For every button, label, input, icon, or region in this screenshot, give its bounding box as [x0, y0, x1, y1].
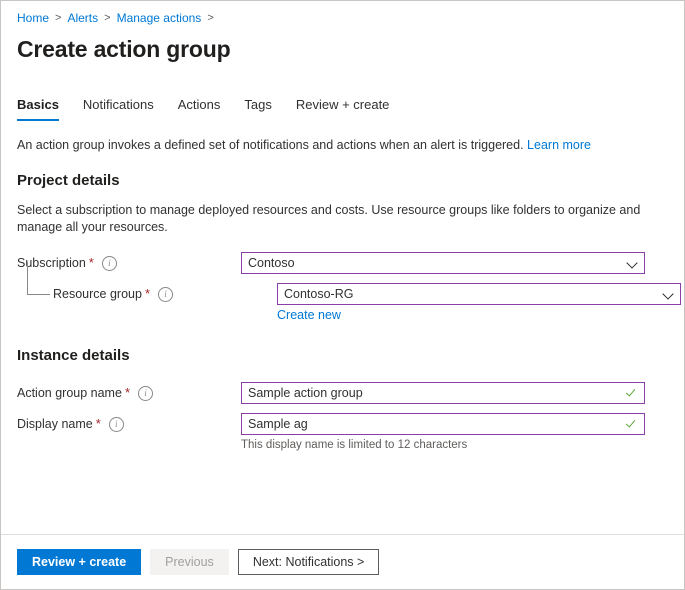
tab-tags[interactable]: Tags — [244, 96, 271, 121]
create-action-group-page: Home > Alerts > Manage actions > Create … — [0, 0, 685, 590]
breadcrumb-separator-icon: > — [104, 10, 110, 26]
subscription-label: Subscription — [17, 255, 86, 272]
action-group-name-label: Action group name — [17, 385, 122, 402]
breadcrumb-item-manage-actions[interactable]: Manage actions — [117, 10, 202, 26]
display-name-label: Display name — [17, 416, 93, 433]
display-name-row: Display name * i Sample ag This display … — [17, 413, 668, 453]
instance-details-form: Action group name * i Sample action grou… — [17, 382, 668, 453]
project-details-heading: Project details — [17, 171, 668, 191]
chevron-down-icon — [627, 258, 638, 269]
page-title: Create action group — [17, 34, 668, 64]
valid-check-icon — [626, 418, 638, 430]
create-new-resource-group-link[interactable]: Create new — [277, 307, 341, 324]
valid-check-icon — [626, 387, 638, 399]
display-name-hint: This display name is limited to 12 chara… — [241, 437, 645, 453]
display-name-field-col: Sample ag This display name is limited t… — [241, 413, 645, 453]
review-create-button[interactable]: Review + create — [17, 549, 141, 575]
breadcrumb-separator-icon: > — [55, 10, 61, 26]
project-details-description: Select a subscription to manage deployed… — [17, 202, 647, 236]
action-group-name-value: Sample action group — [248, 383, 626, 403]
subscription-field-col: Contoso — [241, 252, 645, 274]
action-group-name-row: Action group name * i Sample action grou… — [17, 382, 668, 404]
wizard-tabs: Basics Notifications Actions Tags Review… — [17, 93, 668, 121]
previous-button: Previous — [150, 549, 229, 575]
project-details-form: Subscription * i Contoso Resource group … — [17, 252, 668, 324]
resource-group-row: Resource group * i Contoso-RG Create new — [17, 283, 668, 324]
breadcrumb-item-alerts[interactable]: Alerts — [67, 10, 98, 26]
subscription-row: Subscription * i Contoso — [17, 252, 668, 274]
info-icon[interactable]: i — [138, 386, 153, 401]
resource-group-value: Contoso-RG — [284, 284, 663, 304]
required-asterisk: * — [96, 418, 101, 430]
instance-details-heading: Instance details — [17, 346, 668, 366]
chevron-down-icon — [663, 289, 674, 300]
info-icon[interactable]: i — [158, 287, 173, 302]
intro-description: An action group invokes a defined set of… — [17, 138, 524, 152]
required-asterisk: * — [145, 288, 150, 300]
tab-review-create[interactable]: Review + create — [296, 96, 390, 121]
learn-more-link[interactable]: Learn more — [527, 138, 591, 152]
breadcrumb: Home > Alerts > Manage actions > — [17, 1, 668, 26]
display-name-label-group: Display name * i — [17, 413, 241, 435]
info-icon[interactable]: i — [109, 417, 124, 432]
resource-group-field-col: Contoso-RG Create new — [277, 283, 681, 324]
display-name-value: Sample ag — [248, 414, 626, 434]
subscription-label-group: Subscription * i — [17, 252, 241, 274]
subscription-value: Contoso — [248, 253, 627, 273]
subscription-dropdown[interactable]: Contoso — [241, 252, 645, 274]
intro-text: An action group invokes a defined set of… — [17, 137, 668, 154]
required-asterisk: * — [89, 257, 94, 269]
action-group-name-field-col: Sample action group — [241, 382, 645, 404]
breadcrumb-item-home[interactable]: Home — [17, 10, 49, 26]
tab-basics[interactable]: Basics — [17, 96, 59, 121]
info-icon[interactable]: i — [102, 256, 117, 271]
required-asterisk: * — [125, 387, 130, 399]
next-notifications-button[interactable]: Next: Notifications > — [238, 549, 380, 575]
resource-group-label-group: Resource group * i — [17, 283, 277, 305]
page-content: Home > Alerts > Manage actions > Create … — [1, 1, 684, 534]
resource-group-dropdown[interactable]: Contoso-RG — [277, 283, 681, 305]
display-name-input[interactable]: Sample ag — [241, 413, 645, 435]
tab-notifications[interactable]: Notifications — [83, 96, 154, 121]
wizard-footer: Review + create Previous Next: Notificat… — [1, 534, 684, 589]
action-group-name-input[interactable]: Sample action group — [241, 382, 645, 404]
action-group-name-label-group: Action group name * i — [17, 382, 241, 404]
breadcrumb-separator-icon: > — [207, 10, 213, 26]
tab-actions[interactable]: Actions — [178, 96, 221, 121]
resource-group-label: Resource group — [53, 286, 142, 303]
